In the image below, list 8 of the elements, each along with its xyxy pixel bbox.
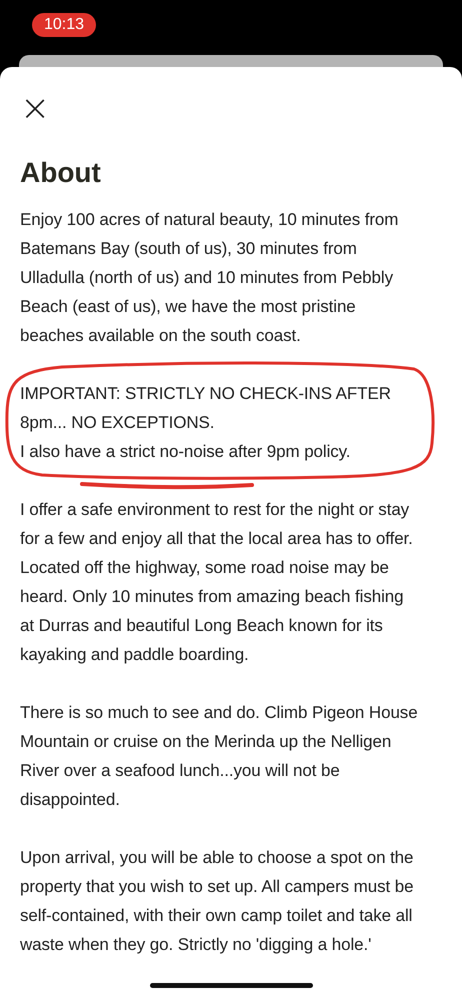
description-paragraph: IMPORTANT: STRICTLY NO CHECK-INS AFTER 8pm... NO EXCEPTIONS. I also have a strict no-noise after 9pm policy.: [20, 379, 420, 466]
close-button[interactable]: ×: [20, 93, 52, 125]
description-paragraph: There is so much to see and do. Climb Pigeon House Mountain or cruise on the Merinda up the Nelligen River over a seafood lunch...you will not be disappointed.: [20, 702, 419, 811]
description-paragraph: I offer a safe environment to rest for the night or stay for a few and enjoy all that the local area has to offer. Located off the highway, some road noise may be heard. Only 10 minutes from amazing beach fishing at Durras and beautiful Long Beach known for its kayaking and paddle boarding.: [20, 499, 414, 666]
sheet-title: About: [20, 157, 102, 189]
description-paragraph: Upon arrival, you will be able to choose a spot on the property that you wish to set up. All campers must be self-contained, with their own camp toilet and take all waste when they go. Strictly no 'digging a hole.': [20, 847, 414, 956]
description-paragraph: Enjoy 100 acres of natural beauty, 10 minutes from Batemans Bay (south of us), 30 minutes from Ulladulla (north of us) and 10 minutes from Pebbly Beach (east of us), we have the most pristine beaches available on the south coast.: [20, 209, 400, 347]
status-time: 10:13: [32, 13, 96, 37]
